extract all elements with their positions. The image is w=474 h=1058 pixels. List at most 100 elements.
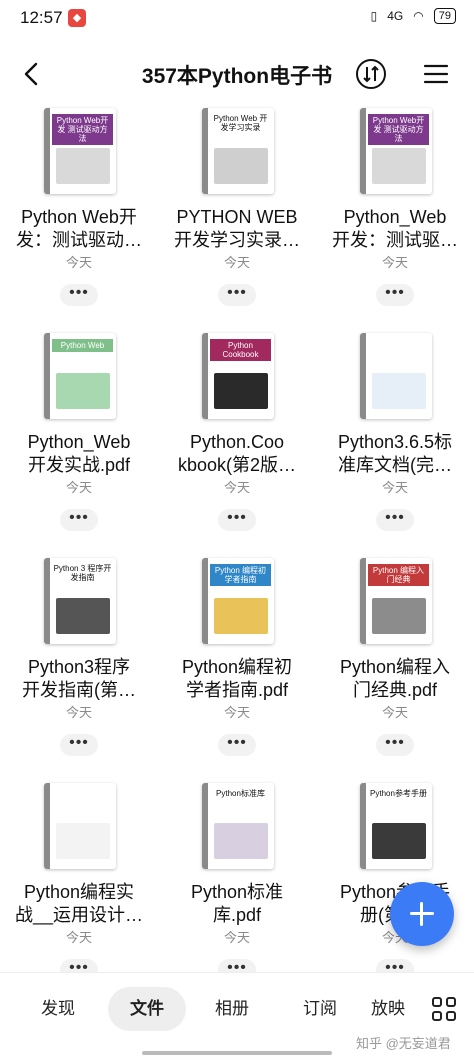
sort-icon[interactable] <box>354 57 388 91</box>
cover-art <box>214 373 268 409</box>
book-cover[interactable]: Python标准库 <box>202 783 274 869</box>
book-name[interactable]: Python编程实 战__运用设计… <box>6 881 152 927</box>
nav-subscribe[interactable]: 订阅 <box>284 987 356 1031</box>
status-time: 12:57 <box>20 8 63 27</box>
book-date: 今天 <box>381 480 408 495</box>
cover-title: Python标准库 <box>216 789 265 798</box>
book-date: 今天 <box>223 930 250 945</box>
book-name[interactable]: Python标准 库.pdf <box>164 881 310 927</box>
book-cover[interactable]: Python Cookbook <box>202 333 274 419</box>
book-date: 今天 <box>223 480 250 495</box>
cover-title: Python 编程初学者指南 <box>210 564 271 586</box>
book-card[interactable]: Python Web开发 测试驱动方法 Python Web开 发：测试驱动… … <box>0 106 158 331</box>
cover-art <box>372 598 426 634</box>
cover-art <box>372 148 426 184</box>
book-spine <box>202 108 208 194</box>
nav-files[interactable]: 文件 <box>108 987 186 1031</box>
book-card[interactable]: Python Web 开发学习实录 PYTHON WEB 开发学习实录… 今天 … <box>158 106 316 331</box>
nav-playlist[interactable]: 放映 <box>356 987 420 1031</box>
book-date: 今天 <box>65 480 92 495</box>
cover-art <box>214 823 268 859</box>
book-cover[interactable]: Python Web 开发学习实录 <box>202 108 274 194</box>
book-cover[interactable]: Python Web <box>44 333 116 419</box>
book-cover[interactable]: Python 编程初学者指南 <box>202 558 274 644</box>
top-app-bar: 357本Python电子书 <box>0 44 474 104</box>
book-date: 今天 <box>381 255 408 270</box>
status-indicators: ▯ 4G ◠ 79 <box>371 8 456 24</box>
book-cover[interactable] <box>360 333 432 419</box>
bottom-nav: 发现 文件 相册 订阅 放映 知乎 @无妄道君 <box>0 972 474 1058</box>
book-cover[interactable]: Python 编程入门经典 <box>360 558 432 644</box>
cover-art <box>214 598 268 634</box>
book-name[interactable]: PYTHON WEB 开发学习实录… <box>164 206 310 252</box>
book-cover[interactable]: Python Web开发 测试驱动方法 <box>44 108 116 194</box>
network-indicator: 4G <box>387 9 404 23</box>
book-date: 今天 <box>65 255 92 270</box>
status-bar: 12:57 ◆ ▯ 4G ◠ 79 <box>0 0 474 36</box>
book-card[interactable]: Python 编程入门经典 Python编程入 门经典.pdf 今天 ••• <box>316 556 474 781</box>
nav-discover[interactable]: 发现 <box>22 987 94 1031</box>
more-options-button[interactable]: ••• <box>218 734 256 756</box>
book-name[interactable]: Python.Coo kbook(第2版… <box>164 431 310 477</box>
cover-art <box>372 373 426 409</box>
more-options-button[interactable]: ••• <box>60 509 98 531</box>
cover-title: Python参考手册 <box>370 789 427 798</box>
cover-title: Python Cookbook <box>210 339 271 361</box>
wifi-icon: ◠ <box>413 9 424 23</box>
cover-title: Python Web开发 测试驱动方法 <box>368 114 429 145</box>
book-card[interactable]: Python Cookbook Python.Coo kbook(第2版… 今天… <box>158 331 316 556</box>
book-name[interactable]: Python_Web 开发：测试驱… <box>322 206 468 252</box>
book-spine <box>202 333 208 419</box>
add-button[interactable] <box>390 882 454 946</box>
book-name[interactable]: Python编程入 门经典.pdf <box>322 656 468 702</box>
book-spine <box>360 333 366 419</box>
book-name[interactable]: Python_Web 开发实战.pdf <box>6 431 152 477</box>
book-spine <box>202 558 208 644</box>
home-indicator <box>142 1051 332 1055</box>
book-cover[interactable]: Python参考手册 <box>360 783 432 869</box>
book-name[interactable]: Python3.6.5标 准库文档(完… <box>322 431 468 477</box>
more-options-button[interactable]: ••• <box>60 734 98 756</box>
book-date: 今天 <box>223 705 250 720</box>
cover-art <box>56 598 110 634</box>
cover-title: Python 编程入门经典 <box>368 564 429 586</box>
book-date: 今天 <box>65 705 92 720</box>
book-spine <box>202 783 208 869</box>
book-spine <box>44 333 50 419</box>
book-cover[interactable] <box>44 783 116 869</box>
book-spine <box>44 558 50 644</box>
cover-art <box>56 823 110 859</box>
book-cover[interactable]: Python 3 程序开发指南 <box>44 558 116 644</box>
more-options-button[interactable]: ••• <box>376 509 414 531</box>
more-options-button[interactable]: ••• <box>218 509 256 531</box>
book-spine <box>360 783 366 869</box>
book-name[interactable]: Python Web开 发：测试驱动… <box>6 206 152 252</box>
book-spine <box>44 783 50 869</box>
book-name[interactable]: Python3程序 开发指南(第… <box>6 656 152 702</box>
book-name[interactable]: Python编程初 学者指南.pdf <box>164 656 310 702</box>
vibrate-icon: ▯ <box>370 9 378 23</box>
nav-album[interactable]: 相册 <box>196 987 268 1031</box>
more-options-button[interactable]: ••• <box>376 734 414 756</box>
cover-title: Python Web 开发学习实录 <box>213 114 268 132</box>
more-options-button[interactable]: ••• <box>60 284 98 306</box>
more-options-button[interactable]: ••• <box>376 284 414 306</box>
book-card[interactable]: Python Web开发 测试驱动方法 Python_Web 开发：测试驱… 今… <box>316 106 474 331</box>
watermark: 知乎 @无妄道君 <box>356 1036 451 1051</box>
cover-art <box>56 148 110 184</box>
book-cover[interactable]: Python Web开发 测试驱动方法 <box>360 108 432 194</box>
book-card[interactable]: Python Web Python_Web 开发实战.pdf 今天 ••• <box>0 331 158 556</box>
cover-art <box>56 373 110 409</box>
book-date: 今天 <box>65 930 92 945</box>
book-date: 今天 <box>223 255 250 270</box>
book-spine <box>360 108 366 194</box>
book-card[interactable]: Python 编程初学者指南 Python编程初 学者指南.pdf 今天 ••• <box>158 556 316 781</box>
page-title: 357本Python电子书 <box>141 65 333 88</box>
cover-art <box>214 148 268 184</box>
menu-icon[interactable] <box>420 58 452 90</box>
apps-grid-icon[interactable] <box>432 997 458 1023</box>
book-card[interactable]: Python3.6.5标 准库文档(完… 今天 ••• <box>316 331 474 556</box>
more-options-button[interactable]: ••• <box>218 284 256 306</box>
book-date: 今天 <box>381 705 408 720</box>
book-card[interactable]: Python 3 程序开发指南 Python3程序 开发指南(第… 今天 ••• <box>0 556 158 781</box>
